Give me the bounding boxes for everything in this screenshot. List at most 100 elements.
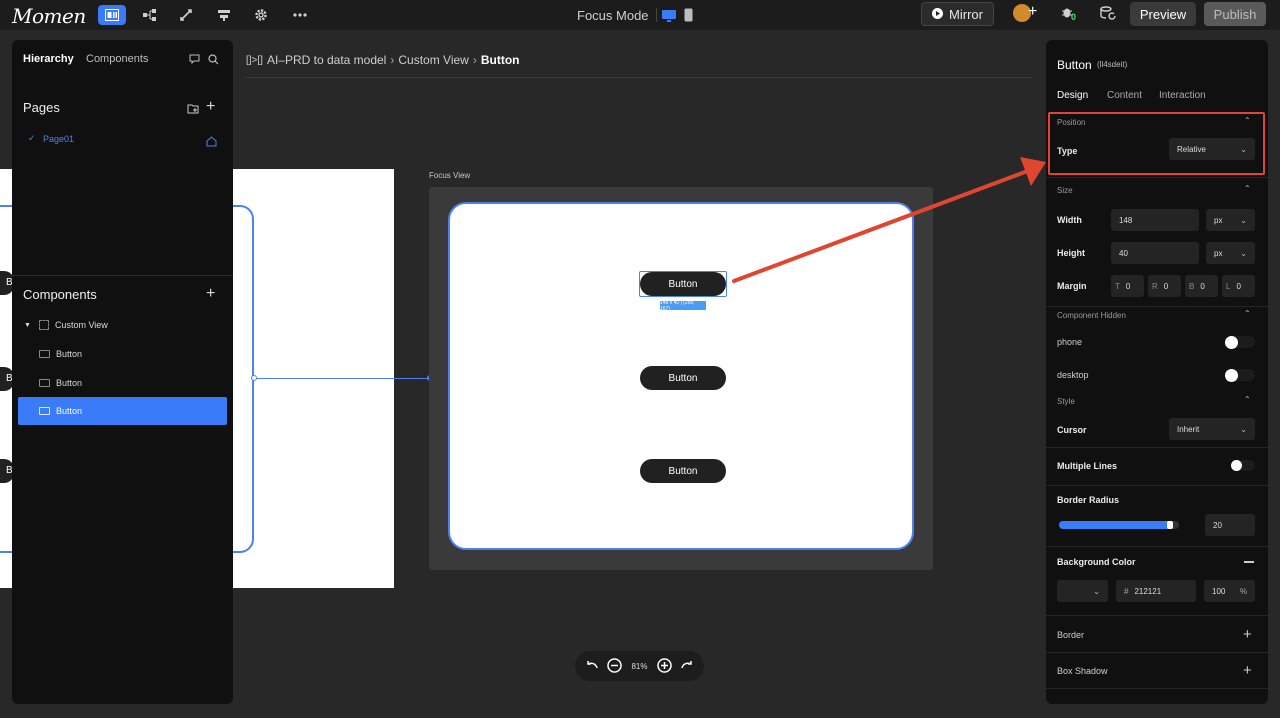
more-icon[interactable]	[286, 5, 314, 25]
margin-key: R	[1152, 281, 1158, 291]
tab-hierarchy[interactable]: Hierarchy	[23, 53, 74, 65]
connector-handle[interactable]	[251, 375, 257, 381]
collapse-icon[interactable]: ⌃	[1244, 184, 1251, 193]
search-icon[interactable]	[208, 52, 219, 70]
divider	[1046, 688, 1268, 689]
mirror-button[interactable]: Mirror	[921, 2, 994, 26]
publish-button[interactable]: Publish	[1204, 2, 1266, 26]
slider-handle[interactable]	[1167, 521, 1173, 529]
tree-item-button[interactable]: Button	[18, 369, 227, 397]
height-label: Height	[1057, 248, 1085, 258]
remove-icon[interactable]	[1244, 561, 1254, 563]
tree-item-label: Button	[56, 349, 83, 359]
caret-down-icon[interactable]: ▼	[24, 322, 31, 329]
play-icon	[932, 7, 944, 22]
margin-left-input[interactable]: L0	[1222, 275, 1255, 297]
opacity-value: 100	[1212, 586, 1226, 596]
layout-view-icon[interactable]	[98, 5, 126, 25]
desktop-hidden-toggle[interactable]	[1225, 368, 1255, 382]
add-page-icon[interactable]: +	[206, 98, 215, 116]
collapse-icon[interactable]: ⌃	[1244, 309, 1251, 318]
cursor-select[interactable]: Inherit ⌄	[1169, 418, 1255, 440]
tree-item-custom-view[interactable]: ▼ Custom View	[18, 311, 227, 339]
add-component-icon[interactable]: +	[206, 285, 215, 303]
focus-button-2[interactable]: Button	[640, 366, 726, 390]
height-unit-select[interactable]: px ⌄	[1206, 242, 1255, 264]
actionflow-icon[interactable]	[172, 5, 200, 25]
margin-right-input[interactable]: R0	[1148, 275, 1181, 297]
page-item[interactable]: Page01	[43, 134, 74, 144]
slider-fill	[1059, 521, 1173, 529]
width-unit-select[interactable]: px ⌄	[1206, 209, 1255, 231]
add-border-icon[interactable]: +	[1243, 626, 1252, 643]
chevron-down-icon: ⌄	[1240, 215, 1247, 225]
zoom-level: 81%	[631, 661, 648, 671]
color-hex-input[interactable]: # 212121	[1116, 580, 1196, 602]
redo-icon[interactable]	[681, 660, 693, 672]
divider	[1046, 652, 1268, 653]
unit-value: px	[1214, 215, 1223, 225]
color-swatch-select[interactable]: ⌄	[1057, 580, 1108, 602]
add-box-shadow-icon[interactable]: +	[1243, 662, 1252, 679]
margin-bottom-input[interactable]: B0	[1185, 275, 1218, 297]
settings-gear-icon[interactable]	[247, 5, 275, 25]
tab-interaction[interactable]: Interaction	[1159, 90, 1206, 101]
focus-button-3[interactable]: Button	[640, 459, 726, 483]
preview-button[interactable]: Preview	[1130, 2, 1196, 26]
desktop-device-icon[interactable]	[662, 9, 676, 27]
border-radius-slider[interactable]	[1059, 521, 1179, 529]
momen-logo[interactable]: Momen	[12, 4, 86, 28]
margin-value: 0	[1200, 281, 1205, 291]
undo-icon[interactable]	[586, 660, 598, 672]
size-header: Size	[1057, 186, 1073, 195]
data-model-icon[interactable]	[136, 5, 164, 25]
zoom-out-icon[interactable]	[607, 657, 622, 675]
breadcrumb-divider	[246, 77, 1032, 78]
button-component-icon	[39, 379, 50, 387]
opacity-input[interactable]: 100%	[1204, 580, 1255, 602]
breadcrumb-item[interactable]: AI–PRD to data model	[267, 53, 386, 67]
margin-key: B	[1189, 281, 1195, 291]
tab-design[interactable]: Design	[1057, 90, 1088, 101]
home-icon[interactable]	[206, 134, 217, 152]
annotation-arrow	[732, 157, 1046, 283]
width-input[interactable]: 148	[1111, 209, 1199, 231]
comment-icon[interactable]	[189, 52, 200, 70]
divider	[12, 275, 233, 276]
phone-hidden-toggle[interactable]	[1225, 335, 1255, 349]
height-input[interactable]: 40	[1111, 242, 1199, 264]
component-id: (ll4sdeit)	[1097, 60, 1128, 69]
focus-view-label: Focus View	[429, 171, 471, 180]
tree-item-label: Button	[56, 406, 83, 416]
database-sync-icon[interactable]	[1100, 6, 1116, 27]
background-color-label: Background Color	[1057, 557, 1136, 567]
tree-item-label: Button	[56, 378, 83, 388]
chevron-down-icon: ⌄	[1240, 248, 1247, 258]
top-bar: Momen Focus Mode Mirror + 0 Preview Publ…	[0, 0, 1280, 30]
phone-label: phone	[1057, 337, 1083, 347]
mobile-device-icon[interactable]	[684, 8, 693, 27]
component-title: Button	[1057, 58, 1092, 72]
tree-item-label: Custom View	[54, 320, 108, 330]
toggle-knob	[1225, 335, 1238, 349]
margin-key: T	[1115, 281, 1120, 291]
issue-count-badge: 0	[1071, 12, 1077, 22]
breadcrumb-chevron-icon: ›	[390, 53, 395, 67]
dimension-tag: 148 x 40 | (250, 167)	[660, 300, 706, 312]
tree-item-button-selected[interactable]: Button	[18, 397, 227, 425]
margin-top-input[interactable]: T0	[1111, 275, 1144, 297]
margin-value: 0	[1236, 281, 1241, 291]
multiple-lines-toggle[interactable]	[1231, 459, 1255, 471]
zoom-in-icon[interactable]	[657, 657, 672, 675]
tab-components[interactable]: Components	[86, 53, 148, 65]
tree-item-button[interactable]: Button	[18, 340, 227, 368]
tab-content[interactable]: Content	[1107, 90, 1142, 101]
hex-value: 212121	[1134, 586, 1162, 596]
breadcrumb-item[interactable]: Custom View	[398, 53, 468, 67]
collapse-icon[interactable]: ⌃	[1244, 395, 1251, 404]
border-radius-input[interactable]: 20	[1205, 514, 1255, 536]
cursor-value: Inherit	[1177, 424, 1200, 434]
add-collaborator-icon[interactable]: +	[1028, 3, 1037, 21]
add-folder-icon[interactable]	[187, 101, 199, 119]
api-icon[interactable]	[210, 5, 238, 25]
